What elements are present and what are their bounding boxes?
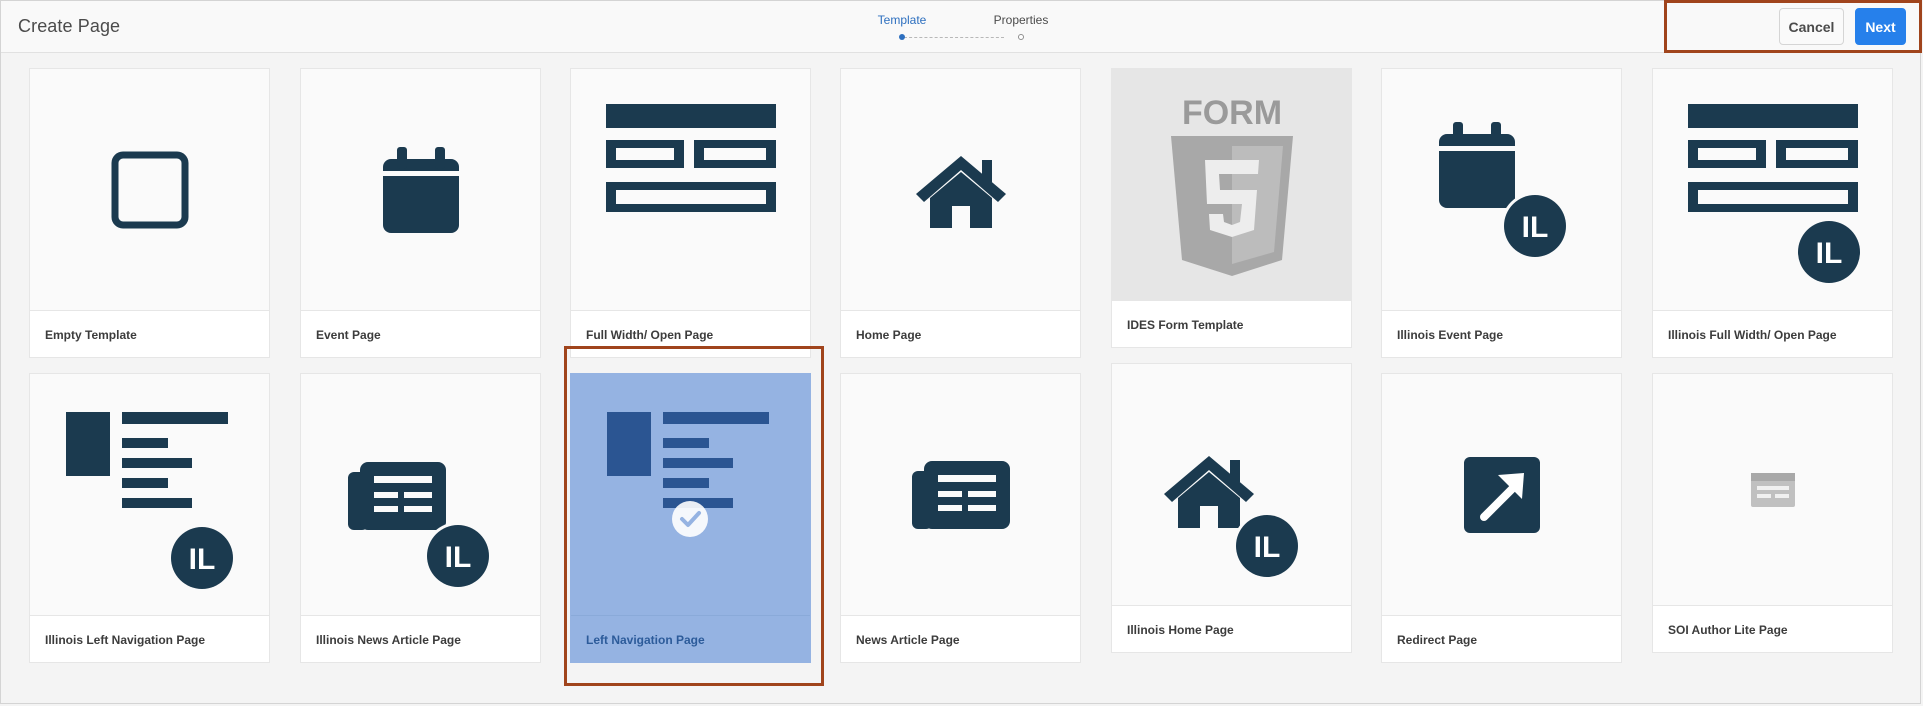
template-card-illinois-left-nav[interactable]: IL Illinois Left Navigation Page <box>29 373 270 663</box>
template-label: Left Navigation Page <box>586 633 705 647</box>
step-connector <box>904 37 1004 38</box>
template-label: Home Page <box>856 328 922 342</box>
svg-text:IL: IL <box>1815 237 1842 270</box>
template-label: Illinois Left Navigation Page <box>45 633 206 647</box>
template-card-redirect[interactable]: Redirect Page <box>1381 373 1622 663</box>
checkmark-circle-icon <box>672 501 708 537</box>
calendar-icon <box>382 147 459 233</box>
template-card-home[interactable]: Home Page <box>840 68 1081 358</box>
template-card-soi-author-lite[interactable]: SOI Author Lite Page <box>1652 373 1893 653</box>
step-template[interactable]: Template <box>878 13 927 27</box>
template-label: Illinois Home Page <box>1127 623 1234 637</box>
template-label: Illinois News Article Page <box>316 633 461 647</box>
document-small-icon <box>1750 473 1795 507</box>
template-label: IDES Form Template <box>1127 318 1244 332</box>
template-label: Redirect Page <box>1397 633 1478 647</box>
template-label: Full Width/ Open Page <box>586 328 714 342</box>
template-card-illinois-full-width[interactable]: IL Illinois Full Width/ Open Page <box>1652 68 1893 358</box>
calendar-il-icon: IL <box>1438 122 1567 260</box>
svg-text:IL: IL <box>1521 211 1548 244</box>
full-width-layout-il-icon: IL <box>1687 104 1861 286</box>
template-card-ides-form[interactable]: FORM IDES Form Template <box>1111 68 1352 348</box>
template-label: SOI Author Lite Page <box>1668 623 1788 637</box>
step-properties-indicator <box>1018 34 1024 40</box>
template-card-empty[interactable]: Empty Template <box>29 68 270 358</box>
page-title: Create Page <box>18 16 121 36</box>
template-label: News Article Page <box>856 633 960 647</box>
template-label: Illinois Event Page <box>1397 328 1504 342</box>
step-properties[interactable]: Properties <box>994 13 1049 27</box>
template-card-event[interactable]: Event Page <box>300 68 541 358</box>
wizard-steps: Template Properties <box>860 12 1048 44</box>
template-card-left-nav[interactable]: Left Navigation Page <box>570 373 811 663</box>
svg-text:FORM: FORM <box>1181 94 1281 132</box>
next-button[interactable]: Next <box>1855 8 1906 45</box>
template-card-news-article[interactable]: News Article Page <box>840 373 1081 663</box>
redirect-arrow-icon <box>1463 457 1540 533</box>
template-card-illinois-news-article[interactable]: IL Illinois News Article Page <box>300 373 541 663</box>
cancel-button[interactable]: Cancel <box>1779 8 1844 45</box>
full-width-layout-icon <box>605 104 776 212</box>
svg-text:IL: IL <box>1253 531 1280 564</box>
template-card-illinois-event[interactable]: IL Illinois Event Page <box>1381 68 1622 358</box>
template-card-illinois-home[interactable]: IL Illinois Home Page <box>1111 363 1352 653</box>
step-template-indicator <box>899 34 905 40</box>
svg-text:IL: IL <box>188 543 215 576</box>
newspaper-icon <box>911 461 1010 529</box>
svg-text:IL: IL <box>444 541 471 574</box>
template-label: Illinois Full Width/ Open Page <box>1668 328 1837 342</box>
template-label: Empty Template <box>45 328 137 342</box>
newspaper-il-icon: IL <box>347 462 492 590</box>
home-icon <box>915 156 1006 228</box>
left-nav-layout-il-icon: IL <box>65 412 236 592</box>
template-card-full-width[interactable]: Full Width/ Open Page <box>570 68 811 358</box>
form-html5-icon: FORM <box>1170 94 1293 276</box>
square-outline-icon <box>111 151 188 229</box>
template-label: Event Page <box>316 328 381 342</box>
home-il-icon: IL <box>1163 456 1301 580</box>
